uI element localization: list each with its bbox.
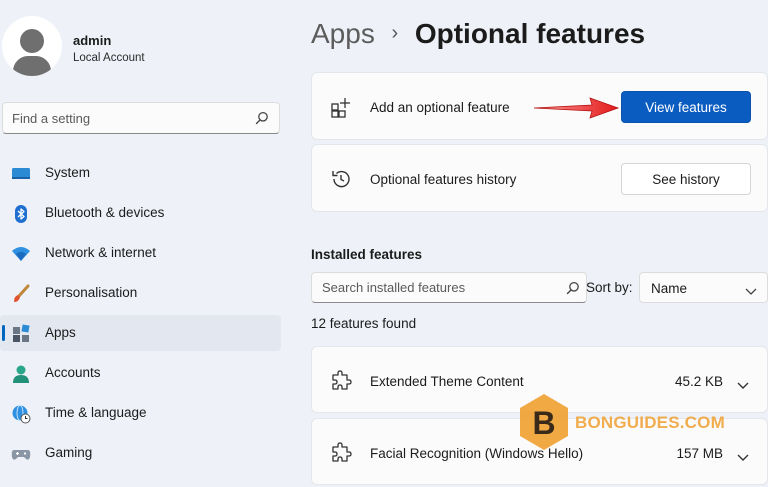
sidebar-item-label: Network & internet	[45, 245, 157, 260]
feature-name: Extended Theme Content	[370, 374, 524, 389]
history-label: Optional features history	[370, 172, 517, 187]
sidebar-item-label: Gaming	[45, 445, 93, 460]
avatar-body	[13, 56, 51, 76]
nav-list: System Bluetooth & devices Network & int…	[0, 155, 290, 475]
watermark-badge-letter: B	[532, 405, 555, 441]
sidebar-item-apps[interactable]: Apps	[0, 315, 281, 351]
sidebar-item-label: Apps	[45, 325, 76, 340]
settings-search-input[interactable]	[3, 103, 243, 133]
paintbrush-icon	[11, 284, 31, 304]
red-arrow-annotation-icon	[532, 96, 622, 120]
gamepad-icon	[11, 444, 31, 464]
puzzle-piece-icon	[330, 442, 352, 464]
sidebar-item-network[interactable]: Network & internet	[0, 235, 281, 271]
sidebar: admin Local Account System Bluetooth & d…	[0, 0, 290, 487]
bluetooth-icon	[11, 204, 31, 224]
sidebar-item-accounts[interactable]: Accounts	[0, 355, 281, 391]
avatar-head	[20, 29, 44, 53]
breadcrumb: Apps › Optional features	[311, 18, 645, 58]
sidebar-item-label: Personalisation	[45, 285, 138, 300]
sidebar-item-personalisation[interactable]: Personalisation	[0, 275, 281, 311]
search-icon[interactable]	[255, 111, 269, 125]
apps-icon	[11, 324, 31, 344]
sidebar-item-bluetooth[interactable]: Bluetooth & devices	[0, 195, 281, 231]
sidebar-item-label: System	[45, 165, 91, 180]
globe-clock-icon	[11, 404, 31, 424]
breadcrumb-separator: ›	[391, 22, 399, 44]
chevron-down-icon	[745, 283, 757, 295]
sort-by-label: Sort by:	[586, 280, 633, 295]
add-feature-label: Add an optional feature	[370, 100, 510, 115]
user-profile[interactable]: admin Local Account	[0, 14, 290, 78]
chevron-down-icon[interactable]	[737, 377, 749, 389]
watermark-text: BONGUIDES.COM	[575, 413, 725, 432]
optional-features-history-card[interactable]: Optional features history See history	[311, 144, 768, 212]
page-title: Optional features	[414, 18, 646, 49]
profile-name: admin	[73, 33, 112, 48]
puzzle-piece-icon	[330, 370, 352, 392]
features-count: 12 features found	[311, 316, 417, 331]
view-features-button[interactable]: View features	[621, 91, 751, 123]
sidebar-item-gaming[interactable]: Gaming	[0, 435, 281, 471]
sidebar-item-system[interactable]: System	[0, 155, 281, 191]
search-icon[interactable]	[566, 281, 580, 295]
installed-features-heading: Installed features	[311, 247, 423, 262]
active-indicator	[2, 325, 5, 341]
add-optional-feature-card: Add an optional feature View features	[311, 72, 768, 140]
settings-search-box[interactable]	[2, 102, 280, 134]
sidebar-item-label: Bluetooth & devices	[45, 205, 165, 220]
sidebar-item-label: Accounts	[45, 365, 101, 380]
chevron-down-icon[interactable]	[737, 449, 749, 461]
add-feature-grid-icon	[330, 97, 352, 119]
system-monitor-icon	[11, 164, 31, 184]
see-history-button[interactable]: See history	[621, 163, 751, 195]
profile-account-type: Local Account	[73, 52, 145, 64]
bonguides-watermark: B BONGUIDES.COM	[518, 393, 738, 453]
person-icon	[11, 364, 31, 384]
sidebar-item-time-language[interactable]: Time & language	[0, 395, 281, 431]
installed-features-search-box[interactable]	[311, 272, 587, 303]
breadcrumb-parent-apps[interactable]: Apps	[311, 18, 375, 49]
installed-features-search-input[interactable]	[312, 273, 562, 302]
feature-size: 45.2 KB	[674, 374, 723, 389]
wifi-icon	[11, 244, 31, 264]
sort-selected-value: Name	[651, 281, 688, 296]
avatar	[2, 16, 62, 76]
bonguides-logo-icon: B	[518, 393, 570, 451]
history-icon	[330, 168, 352, 190]
sort-by-dropdown[interactable]: Name	[639, 272, 768, 303]
sidebar-item-label: Time & language	[45, 405, 147, 420]
